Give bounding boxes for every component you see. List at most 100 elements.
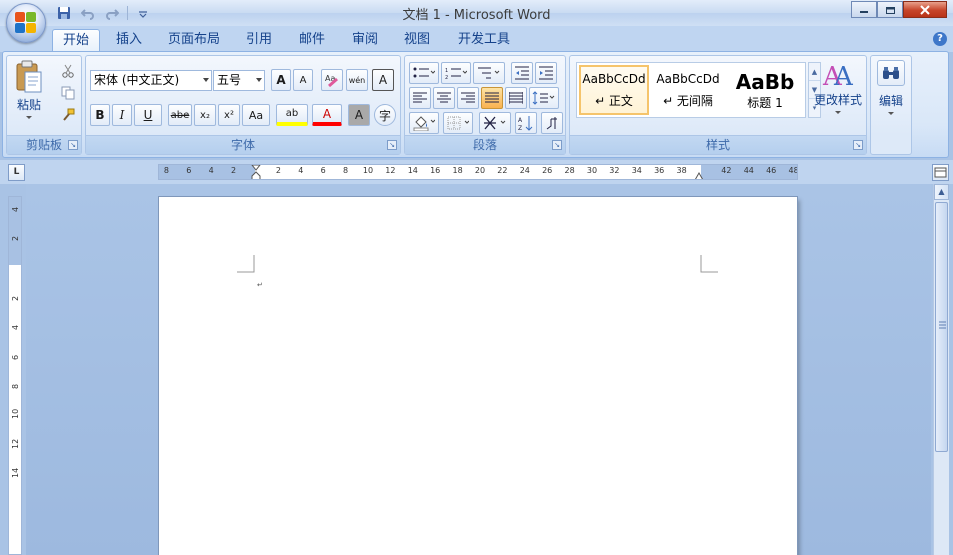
tab-references[interactable]: 引用: [236, 29, 282, 52]
document-page[interactable]: ↵: [159, 197, 797, 555]
tab-mailings[interactable]: 邮件: [289, 29, 335, 52]
font-launcher-icon[interactable]: ↘: [387, 140, 397, 150]
ruler-tick-label: 4: [208, 166, 214, 175]
ruler-tick-label: 44: [743, 166, 754, 175]
tab-developer[interactable]: 开发工具: [448, 29, 520, 52]
align-center-button[interactable]: [433, 87, 455, 109]
enclose-characters-button[interactable]: 字: [374, 104, 396, 126]
styles-group: AaBbCcDd ↵ 正文 AaBbCcDd ↵ 无间隔 AaBb 标题 1 ▲…: [569, 55, 867, 155]
phonetic-guide-button[interactable]: wén: [346, 69, 368, 91]
chevron-down-icon: [203, 78, 209, 82]
borders-button[interactable]: [443, 112, 473, 134]
clear-format-button[interactable]: Aa: [321, 69, 343, 91]
style-no-spacing[interactable]: AaBbCcDd ↵ 无间隔: [653, 65, 723, 115]
ruler-tick-label: 16: [430, 166, 441, 175]
superscript-button[interactable]: x²: [218, 104, 240, 126]
line-spacing-button[interactable]: [529, 87, 559, 109]
ruler-left-margin: [159, 165, 255, 179]
align-left-button[interactable]: [409, 87, 431, 109]
vertical-scrollbar[interactable]: ▲: [933, 184, 949, 555]
scroll-up-icon[interactable]: ▲: [934, 184, 949, 200]
horizontal-ruler[interactable]: 8 6 4 2 2 4 6 8 10 12 14 16 18 20 22 24 26 28 30 32 34 36 38 42…: [158, 164, 798, 180]
change-styles-button[interactable]: A A 更改样式: [810, 59, 866, 114]
shrink-font-button[interactable]: A: [293, 69, 313, 91]
editing-group: 编辑: [870, 55, 912, 155]
font-name-combo[interactable]: 宋体 (中文正文): [90, 70, 212, 91]
tab-review[interactable]: 审阅: [342, 29, 388, 52]
ruler-tick-label: 6: [320, 166, 326, 175]
close-button[interactable]: [903, 1, 947, 18]
help-icon[interactable]: ?: [933, 32, 947, 46]
style-heading-1-preview: AaBb: [735, 69, 795, 94]
chinese-layout-button[interactable]: [479, 112, 511, 134]
paste-button[interactable]: 粘贴: [11, 60, 47, 119]
clipboard-launcher-icon[interactable]: ↘: [68, 140, 78, 150]
increase-indent-button[interactable]: [535, 62, 557, 84]
paste-icon: [16, 60, 42, 93]
quick-access-toolbar: [55, 4, 152, 22]
change-case-button[interactable]: Aa: [242, 104, 270, 126]
ruler-tick-label: 26: [542, 166, 553, 175]
styles-launcher-icon[interactable]: ↘: [853, 140, 863, 150]
minimize-button[interactable]: [851, 1, 877, 18]
svg-text:A: A: [518, 117, 523, 124]
vertical-ruler[interactable]: 4 2 2 4 6 8 10 12 14: [8, 196, 22, 555]
editing-button[interactable]: 编辑: [874, 60, 908, 115]
ruler-tick-label: 8: [343, 166, 349, 175]
underline-button[interactable]: U: [134, 104, 162, 126]
italic-button[interactable]: I: [112, 104, 132, 126]
view-ruler-button[interactable]: [932, 164, 949, 181]
distributed-button[interactable]: [505, 87, 527, 109]
style-heading-1[interactable]: AaBb 标题 1: [727, 65, 803, 115]
svg-text:A: A: [833, 62, 854, 89]
subscript-button[interactable]: x₂: [194, 104, 216, 126]
show-hide-marks-button[interactable]: [541, 112, 563, 134]
paste-dropdown-arrow[interactable]: [26, 116, 32, 119]
sort-button[interactable]: AZ: [515, 112, 537, 134]
font-size-combo[interactable]: 五号: [213, 70, 265, 91]
highlight-button[interactable]: ab: [276, 104, 308, 126]
ruler-tick-label: 34: [631, 166, 642, 175]
indent-marker-icon[interactable]: [251, 165, 261, 180]
cut-icon[interactable]: [59, 62, 77, 80]
tab-page-layout[interactable]: 页面布局: [158, 29, 230, 52]
format-painter-icon[interactable]: [59, 106, 77, 124]
numbering-button[interactable]: 12: [441, 62, 471, 84]
tab-home[interactable]: 开始: [52, 29, 101, 52]
office-button[interactable]: [6, 3, 46, 43]
save-icon[interactable]: [55, 4, 73, 22]
justify-button[interactable]: [481, 87, 503, 109]
copy-icon[interactable]: [59, 84, 77, 102]
align-right-button[interactable]: [457, 87, 479, 109]
character-shading-button[interactable]: A: [348, 104, 370, 126]
paragraph-launcher-icon[interactable]: ↘: [552, 140, 562, 150]
align-right-icon: [461, 92, 475, 103]
binoculars-icon: [877, 60, 905, 86]
bullets-button[interactable]: [409, 62, 439, 84]
line-spacing-icon: [532, 91, 555, 105]
strikethrough-button[interactable]: abe: [168, 104, 192, 126]
grow-font-button[interactable]: A: [271, 69, 291, 91]
font-color-button[interactable]: A: [312, 104, 342, 126]
decrease-indent-icon: [515, 66, 529, 80]
bold-button[interactable]: B: [90, 104, 110, 126]
ruler-tick-label: 38: [676, 166, 687, 175]
character-border-button[interactable]: A: [372, 69, 394, 91]
restore-button[interactable]: [877, 1, 903, 18]
undo-icon[interactable]: [79, 4, 97, 22]
scroll-thumb[interactable]: [935, 202, 948, 452]
decrease-indent-button[interactable]: [511, 62, 533, 84]
style-normal[interactable]: AaBbCcDd ↵ 正文: [579, 65, 649, 115]
title-bar: 文档 1 - Microsoft Word: [0, 0, 953, 26]
tab-view[interactable]: 视图: [394, 29, 440, 52]
redo-icon[interactable]: [103, 4, 121, 22]
tab-insert[interactable]: 插入: [106, 29, 152, 52]
right-indent-marker-icon[interactable]: [694, 170, 704, 180]
multilevel-list-button[interactable]: [473, 62, 505, 84]
paste-label: 粘贴: [16, 98, 41, 112]
ribbon-tabs: 开始 插入 页面布局 引用 邮件 审阅 视图 开发工具 ?: [0, 26, 953, 52]
shading-button[interactable]: [409, 112, 439, 134]
tab-selector-button[interactable]: L: [8, 164, 25, 181]
ruler-tick-label: 42: [721, 166, 732, 175]
customize-icon[interactable]: [134, 4, 152, 22]
